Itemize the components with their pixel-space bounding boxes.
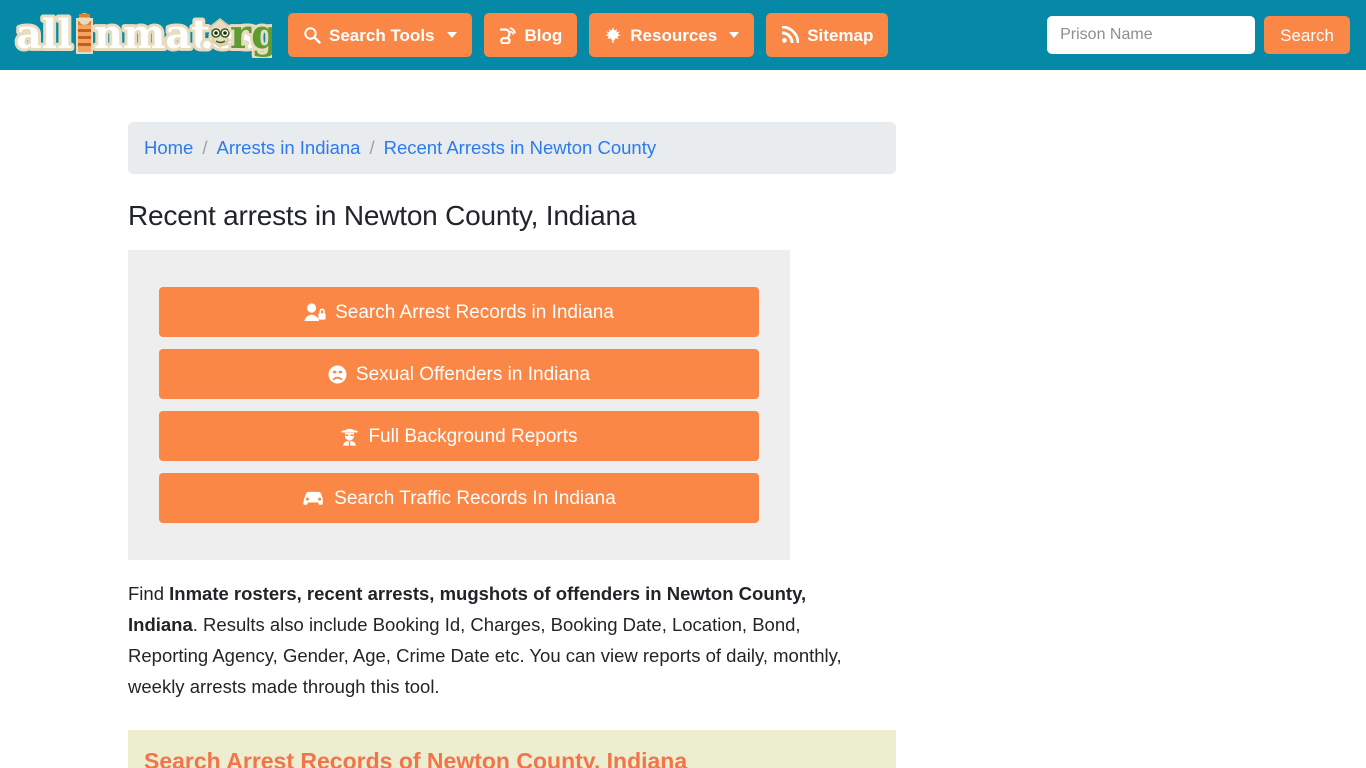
content-container: Home / Arrests in Indiana / Recent Arres… xyxy=(128,122,896,768)
svg-text:all: all xyxy=(16,12,72,58)
rss-icon xyxy=(781,26,800,44)
chevron-down-icon xyxy=(729,32,740,38)
button-label: Full Background Reports xyxy=(368,425,578,447)
search-arrest-records-button[interactable]: Search Arrest Records in Indiana xyxy=(159,287,759,337)
button-label: Search Arrest Records in Indiana xyxy=(335,301,614,323)
chevron-down-icon xyxy=(446,32,457,38)
nav-item-resources[interactable]: Resources xyxy=(589,13,755,57)
nav-item-search-tools[interactable]: Search Tools xyxy=(288,13,472,57)
site-header: all all nmates nmates . . rg rg Search T… xyxy=(0,0,1366,70)
breadcrumb-separator: / xyxy=(202,137,208,158)
nav-label: Search Tools xyxy=(329,25,435,45)
page-body: Home / Arrests in Indiana / Recent Arres… xyxy=(0,70,1366,768)
user-lock-icon xyxy=(304,302,326,322)
intro-paragraph: Find Inmate rosters, recent arrests, mug… xyxy=(128,578,880,702)
car-icon xyxy=(302,490,325,507)
breadcrumb-item-arrests-in-indiana[interactable]: Arrests in Indiana xyxy=(217,137,361,159)
frowning-face-icon xyxy=(328,365,347,384)
sexual-offenders-button[interactable]: Sexual Offenders in Indiana xyxy=(159,349,759,399)
button-label: Sexual Offenders in Indiana xyxy=(355,363,591,385)
search-records-section: Search Arrest Records of Newton County, … xyxy=(128,730,896,768)
prisoner-face-icon xyxy=(210,18,230,48)
main-navigation: Search Tools Blog Resources Sitemap xyxy=(288,13,889,57)
blogger-icon xyxy=(499,26,517,44)
nav-label: Resources xyxy=(630,25,718,45)
search-button[interactable]: Search xyxy=(1264,16,1350,54)
button-label: Search Traffic Records In Indiana xyxy=(334,487,616,509)
nav-label: Sitemap xyxy=(807,25,874,45)
user-secret-icon xyxy=(340,426,359,446)
svg-text:rg: rg xyxy=(230,12,272,58)
search-input[interactable] xyxy=(1047,16,1256,54)
header-search: Search xyxy=(1047,16,1358,54)
logo-graphic: all all nmates nmates . . rg rg xyxy=(14,12,272,58)
full-background-reports-button[interactable]: Full Background Reports xyxy=(159,411,759,461)
intro-rest: . Results also include Booking Id, Charg… xyxy=(128,614,842,697)
breadcrumb-separator: / xyxy=(369,137,375,158)
breadcrumb-item-home[interactable]: Home xyxy=(144,137,193,159)
search-traffic-records-button[interactable]: Search Traffic Records In Indiana xyxy=(159,473,759,523)
intro-lead: Find xyxy=(128,583,170,604)
page-title: Recent arrests in Newton County, Indiana xyxy=(128,200,637,231)
nav-item-blog[interactable]: Blog xyxy=(483,13,578,57)
inmate-figure-icon xyxy=(76,13,93,54)
nav-item-sitemap[interactable]: Sitemap xyxy=(766,13,889,57)
maple-leaf-icon xyxy=(604,26,622,44)
action-buttons-panel: Search Arrest Records in Indiana Sexual … xyxy=(128,250,790,560)
breadcrumb-item-current[interactable]: Recent Arrests in Newton County xyxy=(384,137,657,159)
section-heading: Search Arrest Records of Newton County, … xyxy=(144,748,688,768)
breadcrumb: Home / Arrests in Indiana / Recent Arres… xyxy=(128,122,896,174)
site-logo[interactable]: all all nmates nmates . . rg rg xyxy=(14,12,272,58)
nav-label: Blog xyxy=(524,25,563,45)
search-icon xyxy=(303,26,321,44)
